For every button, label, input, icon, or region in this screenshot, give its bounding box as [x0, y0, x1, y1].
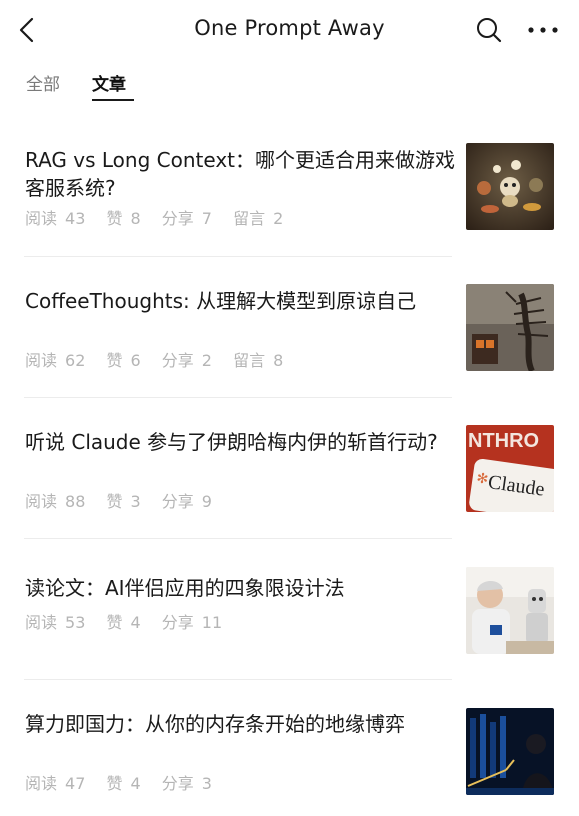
skeleton-painting-thumbnail [466, 284, 554, 371]
read-label: 阅读 [25, 351, 58, 370]
article-stats: 阅读 62 赞6 分享 2 留言 8 [25, 347, 291, 371]
comment-count: 2 [273, 209, 284, 228]
share-label: 分享 [161, 613, 194, 632]
claude-logo-thumbnail: NTHRO Claude ✻ [466, 425, 554, 512]
more-button[interactable] [526, 15, 560, 45]
article-stats: 阅读 88 赞3 分享 9 [25, 488, 220, 512]
read-label: 阅读 [25, 492, 58, 511]
article-item[interactable]: 算力即国力：从你的内存条开始的地缘博弈 阅读 47 赞4 分享 3 [0, 670, 579, 811]
read-count: 62 [65, 351, 86, 370]
tab-all[interactable]: 全部 [26, 70, 60, 95]
tab-articles[interactable]: 文章 [92, 70, 126, 95]
like-count: 8 [130, 209, 141, 228]
share-label: 分享 [161, 492, 194, 511]
like-count: 3 [130, 492, 141, 511]
article-title: 算力即国力：从你的内存条开始的地缘博弈 [25, 712, 405, 736]
like-label: 赞 [106, 774, 123, 793]
read-count: 47 [65, 774, 86, 793]
elderly-man-robot-thumbnail [466, 567, 554, 654]
article-item[interactable]: RAG vs Long Context：哪个更适合用来做游戏客服系统? 阅读 43… [0, 106, 579, 257]
tab-bar: 全部 文章 [0, 62, 579, 106]
like-label: 赞 [106, 613, 123, 632]
like-label: 赞 [106, 351, 123, 370]
share-count: 11 [201, 613, 223, 632]
comment-count: 8 [273, 351, 284, 370]
share-count: 2 [201, 351, 212, 370]
like-count: 4 [130, 613, 141, 632]
active-tab-indicator [92, 99, 134, 101]
share-count: 9 [201, 492, 212, 511]
share-count: 3 [201, 774, 212, 793]
article-stats: 阅读 53 赞4 分享 11 [25, 609, 230, 633]
article-title: RAG vs Long Context：哪个更适合用来做游戏客服系统? [25, 148, 455, 200]
article-item[interactable]: 读论文：AI伴侣应用的四象限设计法 阅读 53 赞4 分享 11 [0, 529, 579, 680]
like-count: 6 [130, 351, 141, 370]
svg-text:✻: ✻ [475, 470, 489, 487]
article-title: 听说 Claude 参与了伊朗哈梅内伊的斩首行动? [25, 430, 438, 454]
comment-label: 留言 [233, 351, 266, 370]
read-count: 43 [65, 209, 86, 228]
article-stats: 阅读 47 赞4 分享 3 [25, 770, 220, 794]
read-label: 阅读 [25, 774, 58, 793]
share-label: 分享 [161, 209, 194, 228]
article-item[interactable]: CoffeeThoughts: 从理解大模型到原谅自己 阅读 62 赞6 分享 2 … [0, 247, 579, 398]
read-label: 阅读 [25, 209, 58, 228]
read-count: 88 [65, 492, 86, 511]
article-item[interactable]: 听说 Claude 参与了伊朗哈梅内伊的斩首行动? 阅读 88 赞3 分享 9 NT… [0, 388, 579, 539]
thumb-brand-text: NTHRO [468, 430, 539, 452]
article-title: CoffeeThoughts: 从理解大模型到原谅自己 [25, 289, 417, 313]
share-count: 7 [201, 209, 212, 228]
article-stats: 阅读 43 赞8 分享 7 留言 2 [25, 205, 291, 229]
more-dots-icon [528, 27, 558, 33]
article-list: RAG vs Long Context：哪个更适合用来做游戏客服系统? 阅读 43… [0, 106, 579, 811]
top-bar: One Prompt Away [0, 0, 579, 62]
like-label: 赞 [106, 209, 123, 228]
search-icon [477, 18, 502, 43]
article-title: 读论文：AI伴侣应用的四象限设计法 [25, 576, 345, 600]
read-count: 53 [65, 613, 86, 632]
read-label: 阅读 [25, 613, 58, 632]
search-button[interactable] [474, 15, 504, 45]
share-label: 分享 [161, 774, 194, 793]
comment-label: 留言 [233, 209, 266, 228]
share-label: 分享 [161, 351, 194, 370]
like-label: 赞 [106, 492, 123, 511]
like-count: 4 [130, 774, 141, 793]
cartoon-characters-thumbnail [466, 143, 554, 230]
server-chart-thumbnail [466, 708, 554, 795]
